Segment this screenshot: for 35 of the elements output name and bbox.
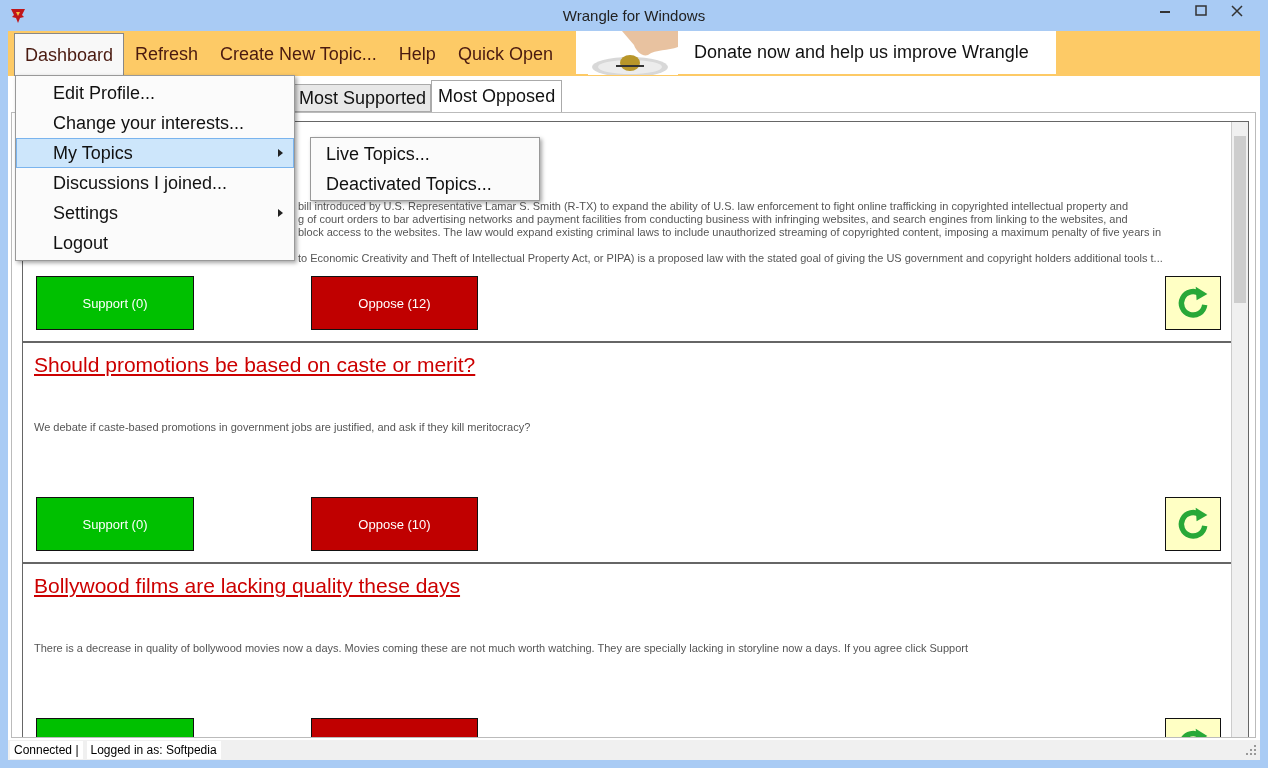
menu-item[interactable]: Dashboard	[14, 33, 125, 76]
topic-description: g of court orders to bar advertising networks and payment facilities from conducting business with infringing websites, and search engines from linking to the websites, and	[298, 213, 1129, 226]
donate-banner[interactable]: Donate now and help us improve Wrangle	[575, 31, 1056, 74]
menu-item[interactable]: Quick Open	[446, 33, 564, 76]
menu-entry[interactable]: Discussions I joined...	[16, 168, 294, 198]
menu-item[interactable]: Create New Topic...	[209, 33, 388, 76]
menu-entry[interactable]: Logout	[16, 228, 294, 258]
menu-entry[interactable]: Live Topics...	[311, 139, 539, 169]
donate-text: Donate now and help us improve Wrangle	[693, 42, 1029, 63]
menu-item[interactable]: Help	[387, 33, 447, 76]
connection-status: Connected |	[10, 741, 83, 759]
app-logo-icon	[10, 7, 26, 24]
window-title: Wrangle for Windows	[562, 7, 706, 24]
tab[interactable]: Most Opposed	[431, 80, 563, 112]
menu-entry[interactable]: My Topics	[16, 138, 294, 168]
refresh-button[interactable]	[1165, 497, 1221, 551]
menu-item[interactable]: Refresh	[124, 33, 210, 76]
logged-in-user: Logged in as: Softpedia	[86, 741, 221, 759]
topic-description: block access to the websites. The law would expand existing criminal laws to include unauthorized streaming of copyrighted content, imposing a maximum penalty of five years in	[298, 226, 1163, 239]
menu-entry[interactable]: Edit Profile...	[16, 78, 294, 108]
oppose-button[interactable]: Oppose (10)	[311, 497, 478, 551]
topic-description: to Economic Creativity and Theft of Intellectual Property Act, or PIPA) is a proposed law with the stated goal of giving the US government and copyright holders additional tools t...	[298, 252, 1164, 265]
menu-entry[interactable]: Deactivated Topics...	[311, 169, 539, 199]
refresh-button[interactable]	[1165, 276, 1221, 330]
scrollbar[interactable]	[1231, 122, 1248, 737]
topic-description: bill introduced by U.S. Representative Lamar S. Smith (R-TX) to expand the ability of U.S. law enforcement to fight online trafficking in copyrighted intellectual property and	[298, 200, 1130, 213]
oppose-button[interactable]: Oppose (12)	[311, 276, 478, 330]
topic-description: There is a decrease in quality of bollywood movies now a days. Movies coming these are not much worth watching. They are specially lacking in storyline now a days. If you agree click Support	[34, 642, 970, 655]
menu-entry[interactable]: Change your interests...	[16, 108, 294, 138]
topic-title-link[interactable]: Bollywood films are lacking quality these days	[34, 574, 461, 597]
tab[interactable]: Most Supported	[294, 84, 432, 112]
resize-grip-icon[interactable]	[1246, 745, 1256, 755]
topic-title-link[interactable]: Should promotions be based on caste or merit?	[34, 353, 476, 376]
topic-description: We debate if caste-based promotions in government jobs are justified, and ask if they kill meritocracy?	[34, 421, 532, 434]
menu-entry[interactable]: Settings	[16, 198, 294, 228]
